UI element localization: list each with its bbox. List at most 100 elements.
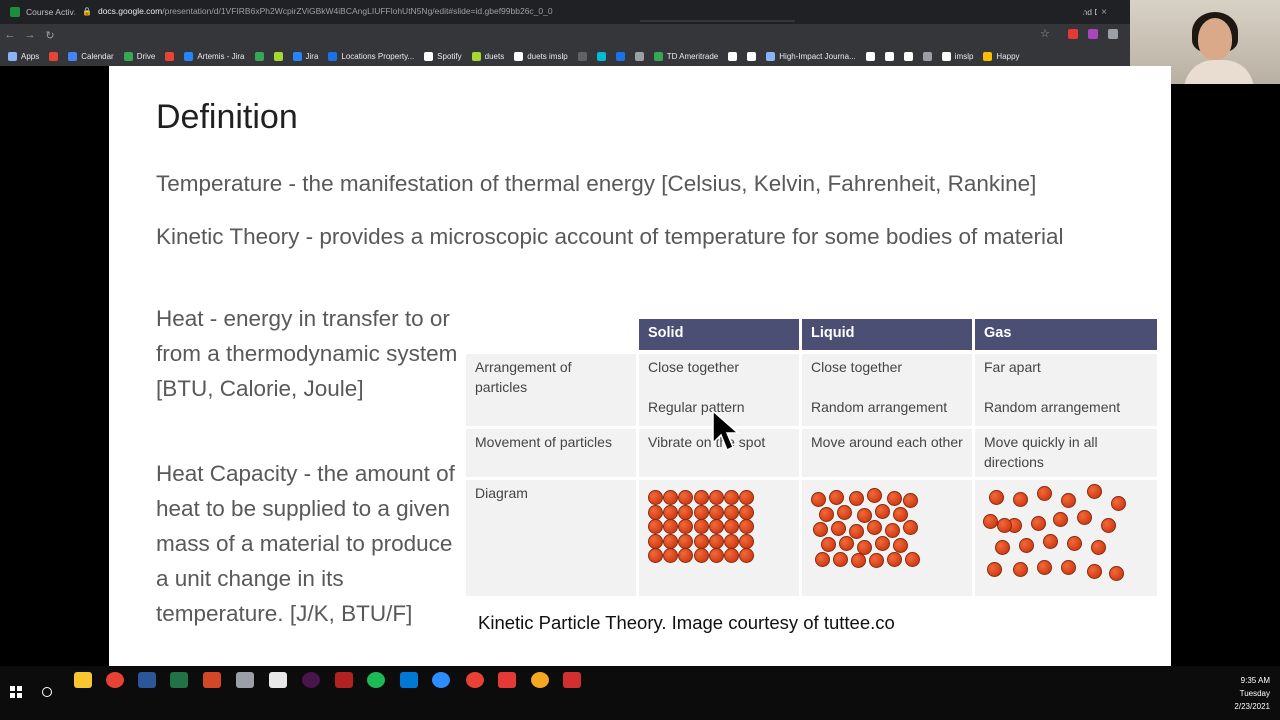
settings-app-icon[interactable] [498, 672, 516, 688]
app-orange-icon[interactable] [531, 672, 549, 688]
extension-icon[interactable] [1108, 29, 1118, 39]
bookmark-item[interactable]: Drive [123, 51, 156, 61]
bookmark-favicon-icon [983, 51, 993, 61]
row-label-movement: Movement of particles [466, 429, 636, 477]
bookmark-favicon-icon [903, 51, 913, 61]
bookmark-item[interactable]: Happy [983, 51, 1020, 61]
particle [893, 538, 908, 553]
particle [708, 490, 724, 505]
bookmark-item[interactable]: High-Impact Journa... [766, 51, 856, 61]
particle [1061, 560, 1076, 575]
bookmark-item[interactable] [884, 51, 894, 61]
search-icon[interactable] [42, 687, 52, 697]
cell-text: Close together [648, 359, 740, 375]
bookmark-item[interactable]: Calendar [68, 51, 114, 61]
bookmark-item[interactable]: Spotify [424, 51, 462, 61]
particle [995, 540, 1010, 555]
bookmark-item[interactable] [273, 51, 283, 61]
header-liquid: Liquid [802, 319, 972, 350]
bookmark-favicon-icon [922, 51, 932, 61]
outlook-icon[interactable] [400, 672, 418, 688]
bookmark-item[interactable] [865, 51, 875, 61]
back-icon[interactable]: ← [0, 29, 20, 41]
header-solid: Solid [639, 319, 799, 350]
particle [987, 562, 1002, 577]
bookmark-star-icon[interactable]: ☆ [1040, 27, 1050, 40]
bookmark-item[interactable]: duets [471, 51, 504, 61]
particle [813, 522, 828, 537]
powerpoint-icon[interactable] [203, 672, 221, 688]
bookmark-favicon-icon [653, 51, 663, 61]
particle [724, 519, 739, 534]
bookmark-item[interactable] [49, 51, 59, 61]
cell-text: Random arrangement [811, 398, 948, 415]
bookmark-item[interactable] [596, 51, 606, 61]
bookmark-favicon-icon [615, 51, 625, 61]
reload-icon[interactable]: ↻ [40, 29, 60, 42]
chrome-active-icon[interactable] [466, 672, 484, 688]
row-label-diagram: Diagram [466, 480, 636, 596]
bookmark-label: Drive [136, 51, 156, 61]
chrome-icon[interactable] [106, 672, 124, 688]
system-clock[interactable]: 9:35 AM Tuesday 2/23/2021 [1190, 674, 1270, 713]
extension-icon[interactable] [1088, 29, 1098, 39]
particle [739, 504, 755, 520]
particle [1013, 492, 1028, 507]
zoom-icon[interactable] [432, 672, 450, 688]
temperature-definition: Temperature - the manifestation of therm… [156, 171, 1037, 196]
bookmark-item[interactable]: Artemis - Jira [184, 51, 245, 61]
app-red-icon[interactable] [335, 672, 353, 688]
excel-icon[interactable] [170, 672, 188, 688]
particle [663, 548, 679, 563]
slide-title: Definition [156, 98, 298, 136]
acrobat-icon[interactable] [269, 672, 287, 688]
bookmark-favicon-icon [514, 51, 524, 61]
bookmark-item[interactable] [728, 51, 738, 61]
bookmark-favicon-icon [884, 51, 894, 61]
bookmark-item[interactable] [615, 51, 625, 61]
cell-text: Random arrangement [984, 398, 1121, 415]
cell-gas-diagram [975, 480, 1157, 596]
particle [837, 505, 852, 520]
bookmark-item[interactable]: imslp [941, 51, 973, 61]
bookmark-item[interactable] [634, 51, 644, 61]
heat-capacity-definition: Heat Capacity - the amount of heat to be… [156, 461, 455, 626]
extension-icon[interactable] [1068, 29, 1078, 39]
bookmark-item[interactable]: duets imslp [514, 51, 568, 61]
cell-liquid-diagram [802, 480, 972, 596]
bookmark-item[interactable] [577, 51, 587, 61]
app-icon[interactable] [236, 672, 254, 688]
address-bar[interactable]: 🔒 docs.google.com/presentation/d/1VFIRB6… [74, 2, 1084, 20]
file-explorer-icon[interactable] [74, 672, 92, 688]
bookmark-item[interactable] [922, 51, 932, 61]
forward-icon[interactable]: → [20, 29, 40, 41]
lock-icon: 🔒 [82, 6, 92, 16]
bookmark-item[interactable]: Locations Property... [328, 51, 414, 61]
bookmark-favicon-icon [254, 51, 264, 61]
acrobat-red-icon[interactable] [563, 672, 581, 688]
slack-icon[interactable] [302, 672, 320, 688]
bookmark-item[interactable]: Jira [292, 51, 318, 61]
word-icon[interactable] [138, 672, 156, 688]
tab-close-icon[interactable]: × [1101, 7, 1107, 18]
particle [833, 552, 848, 567]
bookmark-item[interactable] [747, 51, 757, 61]
particle [678, 490, 694, 505]
bookmark-item[interactable]: Apps [8, 51, 40, 61]
windows-start-icon[interactable] [10, 686, 22, 698]
spotify-icon[interactable] [367, 672, 385, 688]
bookmark-label: Apps [21, 51, 40, 61]
bookmark-item[interactable]: TD Ameritrade [653, 51, 718, 61]
particle [1111, 496, 1126, 511]
bookmark-item[interactable] [165, 51, 175, 61]
bookmark-label: duets imslp [527, 51, 568, 61]
url-path: /presentation/d/1VFIRB6xPh2WcpirZViGBkW4… [162, 6, 553, 16]
particle [997, 518, 1012, 533]
bookmark-label: Calendar [81, 51, 114, 61]
particle [739, 519, 755, 534]
cell-gas-arrangement: Far apart Random arrangement [975, 354, 1157, 426]
bookmark-item[interactable] [903, 51, 913, 61]
bookmark-item[interactable] [254, 51, 264, 61]
bookmark-favicon-icon [424, 51, 434, 61]
particle [693, 548, 709, 563]
